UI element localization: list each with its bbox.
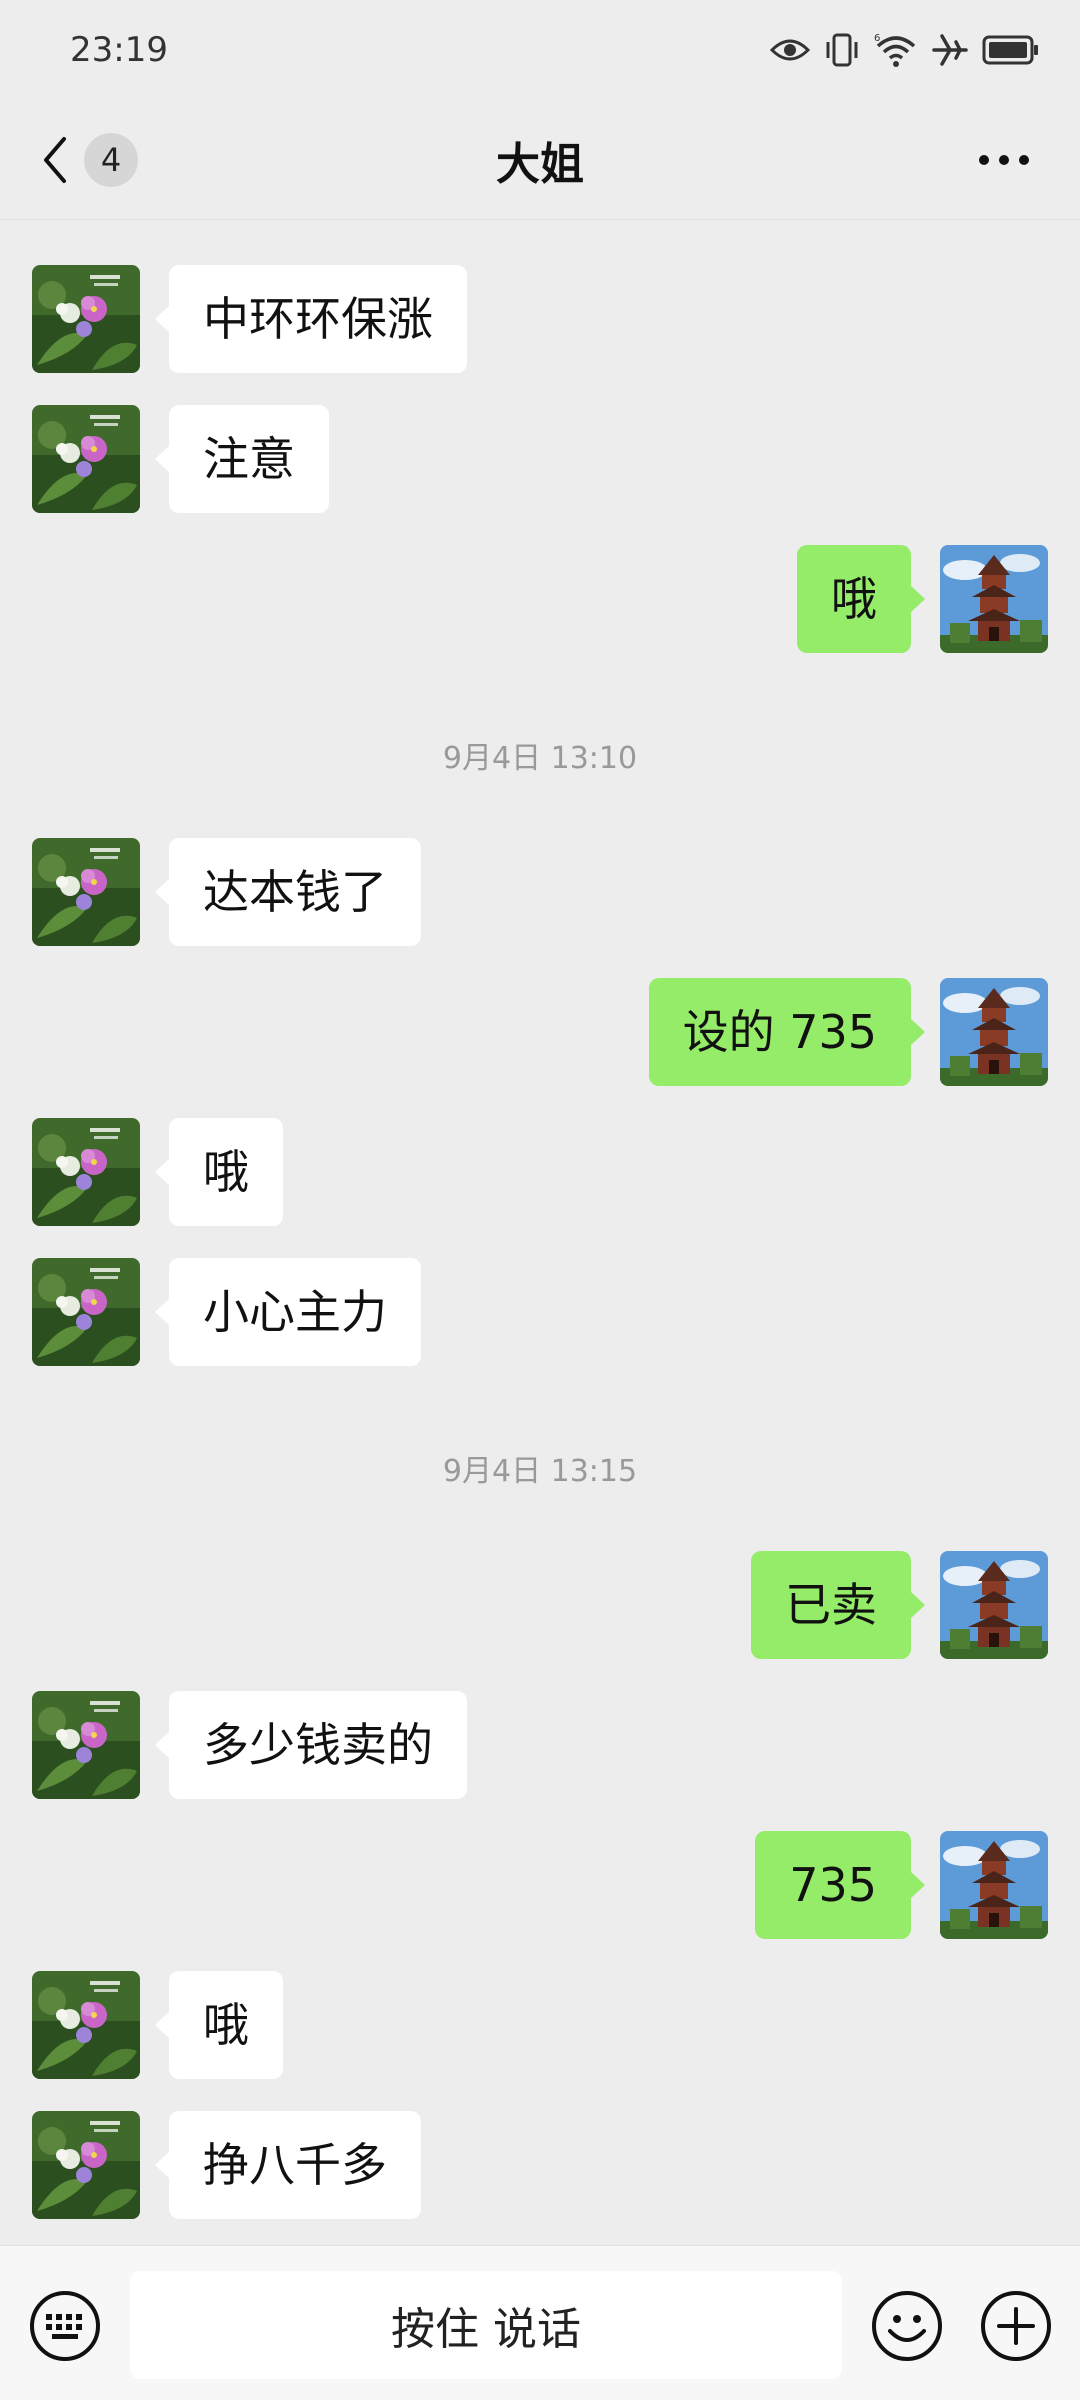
contact-avatar[interactable] [32, 405, 140, 513]
contact-avatar[interactable] [32, 1258, 140, 1366]
status-bar: 23:19 6 [0, 0, 1080, 100]
message-sent: 735 [0, 1831, 1080, 1939]
message-received: 多少钱卖的 [0, 1691, 1080, 1799]
more-dots-icon [979, 155, 1029, 165]
message-bubble[interactable]: 哦 [155, 1118, 283, 1226]
status-time: 23:19 [70, 30, 168, 70]
message-bubble[interactable]: 挣八千多 [155, 2111, 421, 2219]
message-received: 哦 [0, 1971, 1080, 2079]
eye-icon [770, 39, 810, 61]
message-bubble[interactable]: 设的 735 [648, 978, 926, 1086]
airplane-icon [932, 34, 968, 66]
my-avatar[interactable] [940, 1551, 1048, 1659]
message-bubble[interactable]: 735 [755, 1831, 925, 1939]
svg-text:6: 6 [874, 33, 880, 44]
message-bubble[interactable]: 注意 [155, 405, 329, 513]
my-avatar[interactable] [940, 1831, 1048, 1939]
back-button[interactable]: 4 [40, 100, 138, 220]
contact-avatar[interactable] [32, 2111, 140, 2219]
status-icons: 6 [770, 32, 1040, 68]
my-avatar[interactable] [940, 978, 1048, 1086]
message-bubble[interactable]: 哦 [797, 545, 925, 653]
contact-avatar[interactable] [32, 1971, 140, 2079]
my-avatar[interactable] [940, 545, 1048, 653]
contact-avatar[interactable] [32, 838, 140, 946]
message-bubble[interactable]: 达本钱了 [155, 838, 421, 946]
input-bar: 按住 说话 [0, 2245, 1080, 2400]
message-bubble[interactable]: 多少钱卖的 [155, 1691, 467, 1799]
chat-header: 4 大姐 [0, 100, 1080, 220]
back-chevron-icon [44, 137, 66, 183]
hold-to-talk-button[interactable]: 按住 说话 [130, 2271, 842, 2379]
contact-avatar[interactable] [32, 1691, 140, 1799]
message-received: 达本钱了 [0, 838, 1080, 946]
vibrate-icon [826, 33, 858, 67]
message-bubble[interactable]: 已卖 [751, 1551, 925, 1659]
message-sent: 哦 [0, 545, 1080, 653]
message-received: 中环环保涨 [0, 265, 1080, 373]
message-sent: 设的 735 [0, 978, 1080, 1086]
more-button[interactable] [978, 100, 1030, 220]
emoji-icon[interactable] [870, 2289, 944, 2363]
message-timestamp: 9月4日 13:10 [442, 741, 638, 776]
unread-count-badge: 4 [84, 133, 138, 187]
message-received: 哦 [0, 1118, 1080, 1226]
message-bubble[interactable]: 中环环保涨 [155, 265, 467, 373]
message-list[interactable]: 中环环保涨 注意 哦 9月4日 13:10 达本钱了 设的 735 哦 小心主力… [0, 220, 1080, 2245]
contact-avatar[interactable] [32, 265, 140, 373]
battery-icon [982, 35, 1038, 65]
wifi-6-icon: 6 [874, 33, 916, 67]
message-bubble[interactable]: 哦 [155, 1971, 283, 2079]
keyboard-icon[interactable] [28, 2289, 102, 2363]
message-received: 注意 [0, 405, 1080, 513]
message-timestamp: 9月4日 13:15 [442, 1454, 638, 1489]
message-received: 挣八千多 [0, 2111, 1080, 2219]
chat-title: 大姐 [496, 138, 584, 190]
message-received: 小心主力 [0, 1258, 1080, 1366]
message-sent: 已卖 [0, 1551, 1080, 1659]
message-bubble[interactable]: 小心主力 [155, 1258, 421, 1366]
contact-avatar[interactable] [32, 1118, 140, 1226]
plus-icon[interactable] [979, 2289, 1053, 2363]
